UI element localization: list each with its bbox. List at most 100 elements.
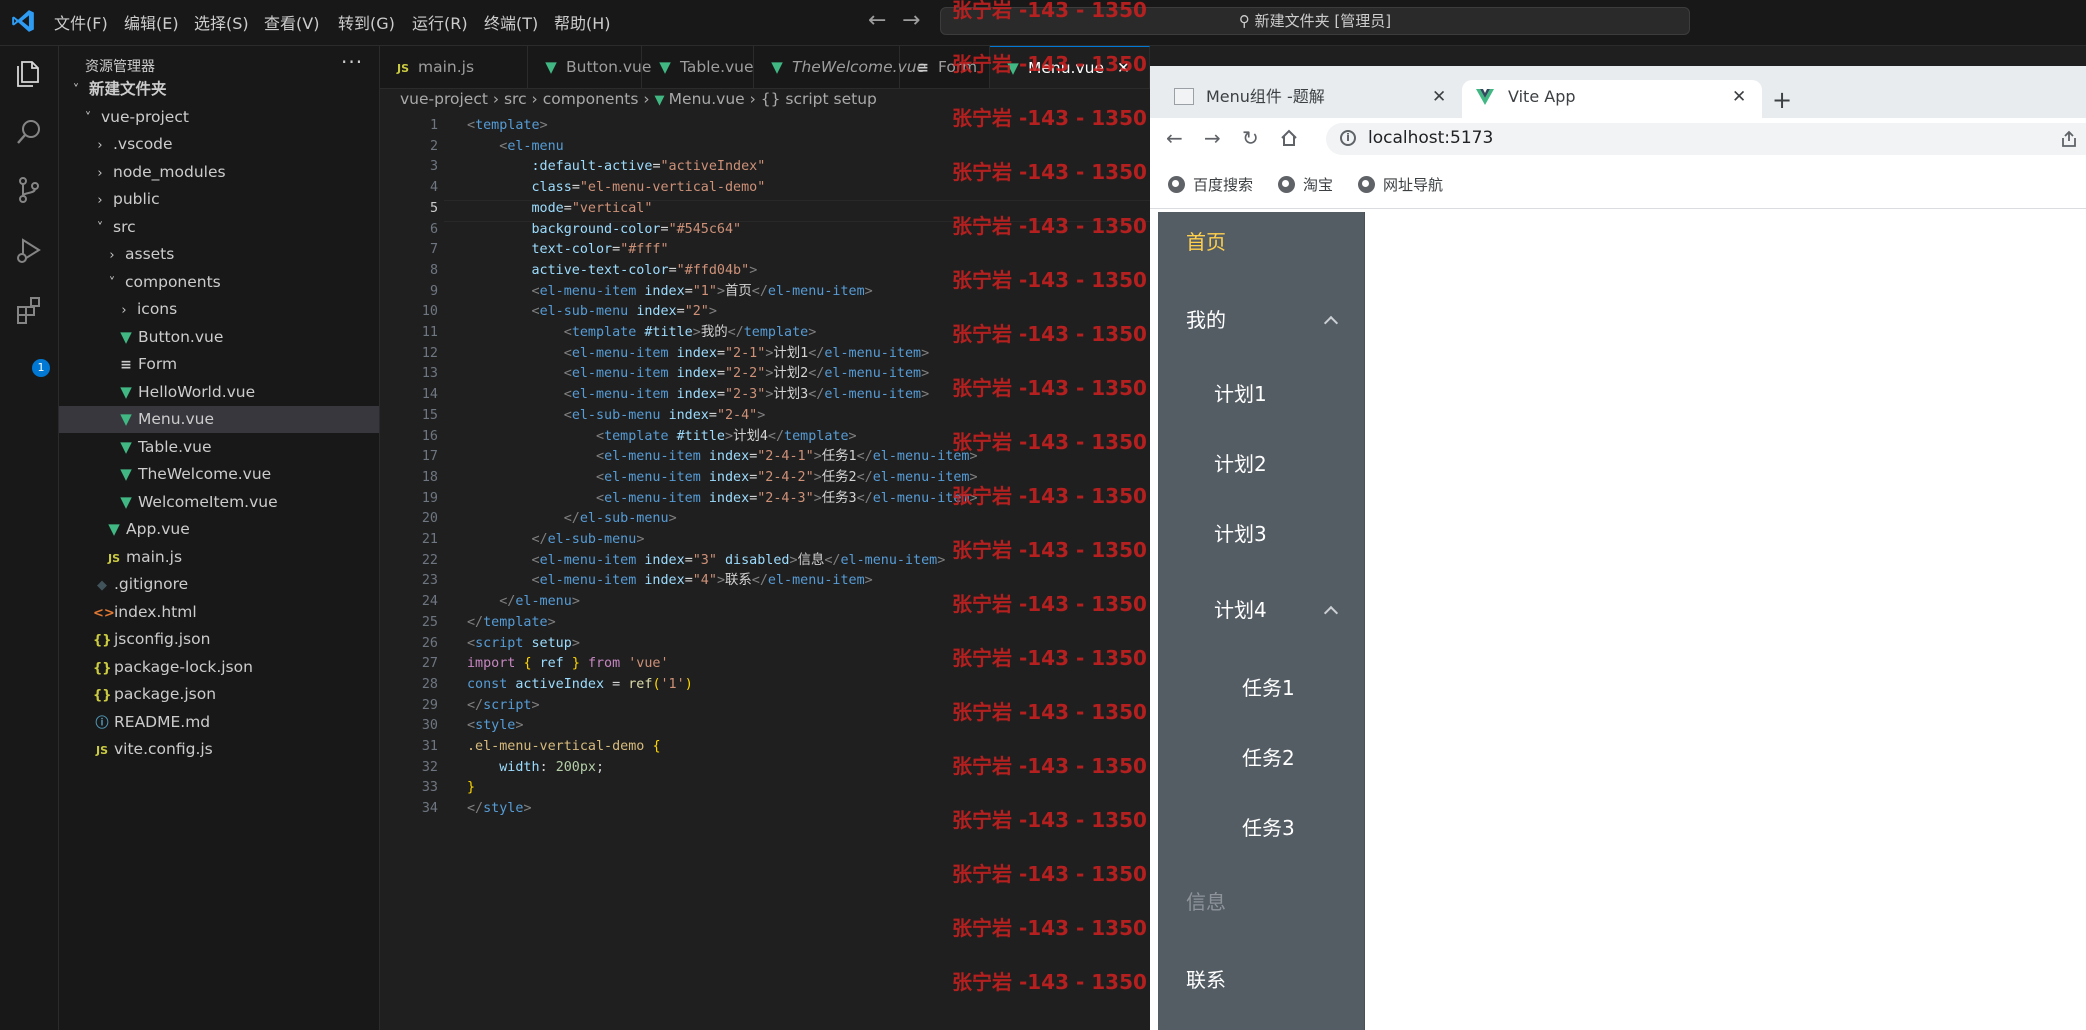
share-icon[interactable] [2060,130,2078,148]
tree-file[interactable]: ◆ .gitignore [59,571,379,598]
breadcrumb-item[interactable]: components [543,90,639,108]
breadcrumb-item[interactable]: src [504,90,527,108]
menu-item[interactable]: 编辑(E) [124,10,179,34]
tree-file[interactable]: ⓘ README.md [59,709,379,736]
tree-file[interactable]: {} package.json [59,681,379,708]
chevron-down-icon[interactable]: ˅ [69,77,83,104]
tree-file[interactable]: JS main.js [59,544,379,571]
tree-file[interactable]: {} jsconfig.json [59,626,379,653]
chevron-right-icon[interactable]: › [117,297,131,324]
address-bar[interactable]: i localhost:5173 [1326,123,2086,155]
menu-item[interactable]: 任务2 [1158,730,1364,786]
tree-file[interactable]: ▼ WelcomeItem.vue [59,489,379,516]
browser-back-icon[interactable]: ← [1166,126,1183,150]
chevron-right-icon[interactable]: › [105,242,119,269]
code-text: <el-sub-menu index="2-4"> [563,407,766,423]
code-text: </template> [467,614,556,630]
vue-file-icon: ▼ [545,58,557,76]
watermark-text: 张宁岩 -143 - 1350 [952,376,1147,400]
tree-file[interactable]: {} package-lock.json [59,654,379,681]
chevron-right-icon[interactable]: › [93,132,107,159]
menu-item[interactable]: 帮助(H) [554,10,611,34]
tree-file[interactable]: ▼ Button.vue [59,324,379,351]
tree-folder[interactable]: › assets [59,241,379,268]
code-editor[interactable]: 1 <template> 2 <el-menu 3 :default-active="… [380,116,1150,1030]
tree-folder[interactable]: › .vscode [59,131,379,158]
browser-tab-menu[interactable]: Menu组件 -题解 ✕ [1160,80,1456,118]
menu-item[interactable]: 计划3 [1158,506,1364,562]
bookmark-baidu[interactable]: 百度搜索 [1168,174,1253,195]
editor-tab[interactable]: ▼ Button.vue [528,46,651,88]
chevron-down-icon[interactable]: ˅ [81,105,95,132]
vue-file-icon: ▼ [120,327,132,346]
browser-tab-vite-app[interactable]: Vite App ✕ [1462,80,1762,118]
tree-file[interactable]: ▼ HelloWorld.vue [59,379,379,406]
chevron-right-icon[interactable]: › [93,160,107,187]
submenu-title[interactable]: 计划4 [1158,582,1364,638]
tree-item-label: vite.config.js [114,740,213,758]
tree-folder[interactable]: ˅ src [59,214,379,241]
menu-item[interactable]: 文件(F) [54,10,108,34]
menu-item[interactable]: 联系 [1158,952,1364,1008]
tree-file[interactable]: <>index.html [59,599,379,626]
menu-item-label: 我的 [1186,308,1226,332]
new-tab-button[interactable]: + [1772,86,1792,114]
menu-item[interactable]: 计划2 [1158,436,1364,492]
watermark-text: 张宁岩 -143 - 1350 [952,484,1147,508]
tree-folder[interactable]: ˅ 新建文件夹 [59,76,379,103]
breadcrumb-item[interactable]: {} script setup [761,90,877,108]
menu-item[interactable]: 任务1 [1158,660,1364,716]
home-icon[interactable] [1280,129,1298,147]
more-actions-icon[interactable]: ··· [341,50,363,74]
menu-item[interactable]: 运行(R) [412,10,468,34]
forward-arrow-icon[interactable]: → [902,8,920,33]
menu-item[interactable]: 任务3 [1158,800,1364,856]
explorer-files-icon[interactable] [13,57,45,89]
bookmark-taobao[interactable]: 淘宝 [1278,174,1333,195]
close-tab-icon[interactable]: ✕ [1732,80,1746,114]
menu-item[interactable]: 计划1 [1158,366,1364,422]
editor-tab[interactable]: ▼ TheWelcome.vue [754,46,926,88]
menu-item[interactable]: 查看(V) [264,10,319,34]
tree-file[interactable]: ▼ Menu.vue [59,406,379,433]
breadcrumb-item[interactable]: vue-project [400,90,488,108]
bookmark-nav[interactable]: 网址导航 [1358,174,1443,195]
tree-file[interactable]: ▼ Table.vue [59,434,379,461]
menu-item[interactable]: 首页 [1158,214,1364,270]
source-control-icon[interactable] [13,174,45,206]
chevron-down-icon[interactable]: ˅ [93,215,107,242]
tree-folder[interactable]: › public [59,186,379,213]
run-debug-icon[interactable] [13,234,45,266]
menu-item[interactable]: 转到(G) [338,10,395,34]
close-tab-icon[interactable]: ✕ [1432,80,1446,114]
tree-folder[interactable]: › node_modules [59,159,379,186]
chevron-down-icon[interactable]: ˅ [105,270,119,297]
code-line: 7 text-color="#fff" [380,240,1150,261]
code-text: <el-menu-item index="2-4-1">任务1</el-menu… [596,449,978,465]
site-info-icon[interactable]: i [1340,130,1356,146]
reload-icon[interactable]: ↻ [1242,126,1259,150]
back-arrow-icon[interactable]: ← [868,8,886,33]
menu-item[interactable]: 选择(S) [194,10,249,34]
menu-item[interactable]: 终端(T) [484,10,538,34]
chevron-right-icon[interactable]: › [93,187,107,214]
extensions-icon[interactable] [13,294,45,326]
tree-folder[interactable]: ˅ vue-project [59,104,379,131]
tree-file[interactable]: ▼ App.vue [59,516,379,543]
bookmark-label: 淘宝 [1303,176,1334,194]
tree-file[interactable]: ≡ Form [59,351,379,378]
tree-item-label: node_modules [113,162,226,181]
search-icon[interactable] [13,116,45,148]
tree-folder[interactable]: › icons [59,296,379,323]
tree-file[interactable]: JS vite.config.js [59,736,379,763]
editor-tab[interactable]: JS main.js [380,46,528,88]
tree-file[interactable]: ▼ TheWelcome.vue [59,461,379,488]
submenu-title[interactable]: 我的 [1158,292,1364,348]
code-text: <template #title>我的</template> [563,325,817,340]
browser-forward-icon[interactable]: → [1204,126,1221,150]
editor-tab[interactable]: ▼ Table.vue [642,46,754,88]
breadcrumb-item[interactable]: Menu.vue [669,90,745,108]
menu-item-label: 首页 [1186,230,1226,254]
activity-bar: 1 [0,46,59,1030]
tree-folder[interactable]: ˅ components [59,269,379,296]
